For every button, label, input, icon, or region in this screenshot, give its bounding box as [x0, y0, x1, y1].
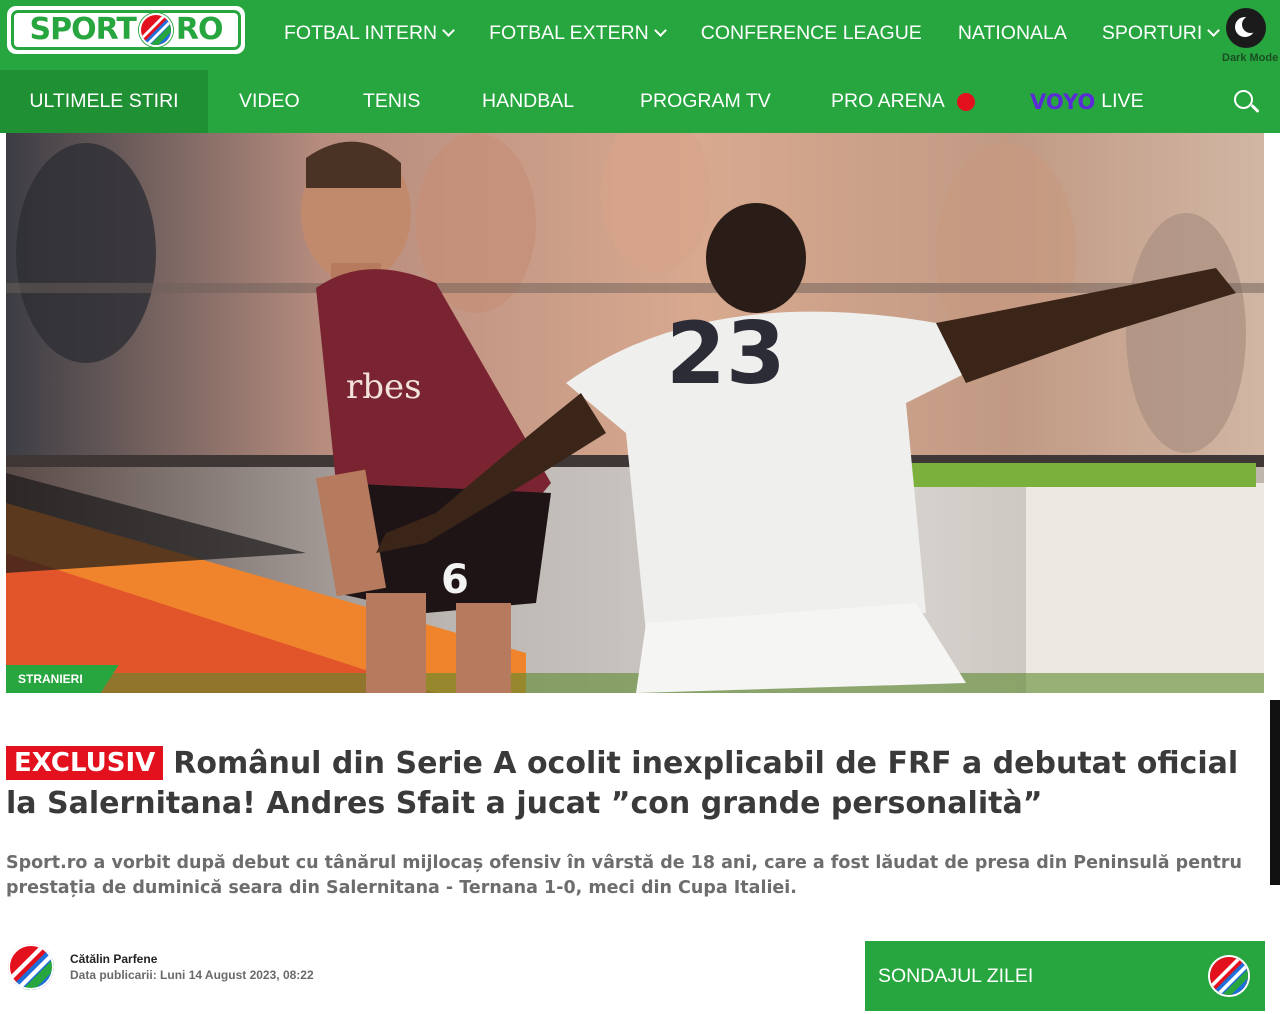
nav-label: SPORTURI	[1101, 21, 1203, 44]
nav-label: FOTBAL INTERN	[284, 21, 438, 44]
publish-date-value: Luni 14 August 2023, 08:22	[160, 968, 314, 982]
tab-voyo-live[interactable]: VOYO LIVE	[1030, 70, 1144, 133]
chevron-down-icon	[653, 23, 667, 37]
moon-icon	[1235, 16, 1259, 37]
exclusive-badge: EXCLUSIV	[6, 746, 164, 780]
tab-tenis[interactable]: TENIS	[363, 70, 420, 133]
subnav-label: TENIS	[363, 90, 421, 112]
logo-frame: SPORT RO	[11, 10, 241, 50]
nav-label: CONFERENCE LEAGUE	[700, 21, 922, 44]
site-logo[interactable]: SPORT RO	[7, 6, 245, 54]
article-title-text: Românul din Serie A ocolit inexplicabil …	[6, 746, 1239, 821]
voyo-logo: VOYO	[1030, 89, 1096, 114]
live-dot-icon	[956, 92, 975, 111]
nav-nationala[interactable]: NATIONALA	[958, 22, 1067, 45]
logo-text-right: RO	[175, 12, 224, 47]
tab-video[interactable]: VIDEO	[239, 70, 300, 133]
subnav-label: PROGRAM TV	[640, 90, 771, 112]
nav-fotbal-intern[interactable]: FOTBAL INTERN	[284, 21, 455, 45]
subnav-label: PRO ARENA	[831, 90, 945, 112]
publish-date-label: Data publicarii:	[70, 968, 157, 982]
tab-program-tv[interactable]: PROGRAM TV	[640, 70, 771, 133]
author-avatar	[8, 944, 54, 990]
hero-image[interactable]: rbes 6 23	[6, 133, 1264, 693]
nav-conference-league[interactable]: CONFERENCE LEAGUE	[701, 22, 922, 45]
chevron-down-icon	[1207, 23, 1221, 37]
hero-sponsor-text: rbes	[346, 367, 422, 407]
primary-nav: FOTBAL INTERN FOTBAL EXTERN CONFERENCE L…	[284, 0, 1221, 66]
poll-label: SONDAJUL ZILEI	[878, 964, 1034, 987]
search-icon[interactable]	[1234, 90, 1262, 118]
subnav-label: HANDBAL	[482, 90, 575, 112]
hero-jersey-number-back: 23	[666, 304, 786, 404]
tab-ultimele-stiri[interactable]: ULTIMELE STIRI	[0, 70, 208, 133]
author-name[interactable]: Cătălin Parfene	[70, 952, 157, 966]
category-tag[interactable]: STRANIERI	[6, 665, 119, 693]
logo-ball-icon	[138, 13, 173, 47]
logo-text-left: SPORT	[29, 12, 137, 47]
subnav-label: VIDEO	[239, 90, 300, 112]
poll-of-the-day-button[interactable]: SONDAJUL ZILEI	[865, 941, 1265, 1011]
sport-ball-icon	[1208, 955, 1250, 997]
article-lead: Sport.ro a vorbit după debut cu tânărul …	[6, 853, 1242, 898]
tab-handbal[interactable]: HANDBAL	[482, 70, 574, 133]
subnav-label: ULTIMELE STIRI	[29, 90, 179, 112]
nav-sporturi[interactable]: SPORTURI	[1101, 21, 1221, 45]
publish-date: Data publicarii: Luni 14 August 2023, 08…	[70, 968, 314, 982]
voyo-live-label: LIVE	[1101, 90, 1144, 112]
dark-mode-label: Dark Mode	[1222, 52, 1279, 64]
article-title[interactable]: EXCLUSIV Românul din Serie A ocolit inexp…	[6, 744, 1268, 824]
dark-mode-toggle[interactable]: Dark Mode	[1222, 6, 1280, 66]
nav-fotbal-extern[interactable]: FOTBAL EXTERN	[489, 21, 667, 45]
dark-mode-switch	[1226, 8, 1266, 48]
top-navbar: SPORT RO FOTBAL INTERN FOTBAL EXTERN CON…	[0, 0, 1280, 70]
hero-jersey-number-front: 6	[441, 557, 469, 603]
nav-label: FOTBAL EXTERN	[489, 21, 649, 44]
tab-pro-arena[interactable]: PRO ARENA	[831, 70, 975, 133]
page-edge	[1270, 700, 1280, 885]
nav-label: NATIONALA	[957, 21, 1067, 44]
secondary-navbar: ULTIMELE STIRI VIDEO TENIS HANDBAL PROGR…	[0, 70, 1280, 133]
chevron-down-icon	[442, 23, 455, 37]
